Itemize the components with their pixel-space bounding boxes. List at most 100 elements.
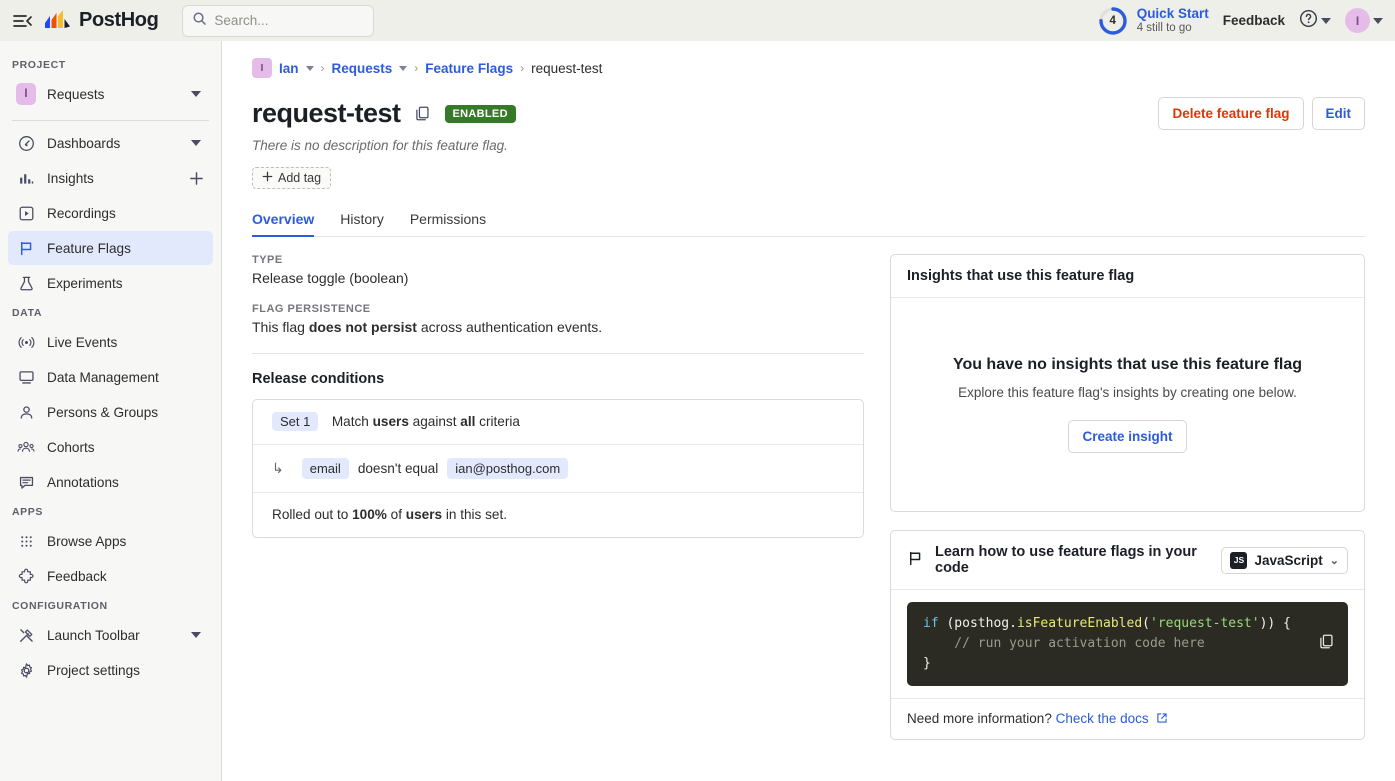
condition-property-row: ↳ email doesn't equal ian@posthog.com bbox=[253, 444, 863, 492]
collapse-sidebar-icon[interactable] bbox=[10, 8, 36, 34]
page-title-row: request-test ENABLED Delete feature flag… bbox=[252, 97, 1365, 130]
language-select[interactable]: JS JavaScript ⌄ bbox=[1221, 546, 1348, 574]
external-link-icon[interactable] bbox=[1149, 711, 1169, 726]
code-block: if (posthog.isFeatureEnabled('request-te… bbox=[907, 602, 1348, 686]
sidebar-item-requests[interactable]: I Requests bbox=[8, 77, 213, 111]
rollout-text: Rolled out to 100% of users in this set. bbox=[272, 507, 508, 522]
quick-start-button[interactable]: 4 Quick Start 4 still to go bbox=[1098, 6, 1209, 36]
posthog-hedgehog-logo-icon bbox=[44, 6, 72, 35]
sidebar-item-live-events[interactable]: Live Events bbox=[8, 325, 213, 359]
add-tag-button[interactable]: Add tag bbox=[252, 167, 332, 189]
sidebar-navigation: PROJECT I Requests Dashboards Insights R… bbox=[0, 41, 222, 781]
set-chip: Set 1 bbox=[272, 412, 319, 431]
insights-empty-state: You have no insights that use this featu… bbox=[891, 298, 1364, 511]
broadcast-icon bbox=[16, 334, 36, 351]
sidebar-item-feature-flags[interactable]: Feature Flags bbox=[8, 231, 213, 265]
search-icon bbox=[192, 11, 207, 31]
plus-icon[interactable] bbox=[187, 170, 205, 187]
puzzle-icon bbox=[16, 568, 36, 585]
grid-dots-icon bbox=[16, 533, 36, 550]
flag-description: There is no description for this feature… bbox=[252, 138, 508, 153]
edit-button[interactable]: Edit bbox=[1311, 97, 1365, 130]
chevron-down-icon[interactable] bbox=[187, 91, 205, 97]
sidebar-item-launch-toolbar[interactable]: Launch Toolbar bbox=[8, 618, 213, 652]
sidebar-item-insights[interactable]: Insights bbox=[8, 161, 213, 195]
tab-overview[interactable]: Overview bbox=[252, 211, 315, 237]
type-value: Release toggle (boolean) bbox=[252, 270, 409, 286]
persistence-suffix: across authentication events. bbox=[416, 319, 603, 335]
topbar-right-group: 4 Quick Start 4 still to go Feedback I bbox=[1098, 6, 1383, 36]
search-input[interactable] bbox=[214, 13, 365, 28]
copy-icon[interactable] bbox=[414, 105, 431, 122]
sidebar-item-label: Live Events bbox=[47, 334, 118, 350]
divider bbox=[252, 353, 864, 354]
sidebar-item-feedback[interactable]: Feedback bbox=[8, 559, 213, 593]
people-group-icon bbox=[16, 439, 36, 456]
insights-empty-title: You have no insights that use this featu… bbox=[952, 356, 1303, 373]
question-circle-icon bbox=[1299, 9, 1318, 33]
sidebar-item-data-management[interactable]: Data Management bbox=[8, 360, 213, 394]
monitor-icon bbox=[16, 369, 36, 386]
sidebar-item-annotations[interactable]: Annotations bbox=[8, 465, 213, 499]
quick-start-title: Quick Start bbox=[1136, 6, 1209, 22]
code-wrap: if (posthog.isFeatureEnabled('request-te… bbox=[891, 590, 1364, 686]
search-box[interactable] bbox=[182, 4, 375, 37]
chevron-down-icon[interactable] bbox=[187, 140, 205, 146]
sidebar-item-browse-apps[interactable]: Browse Apps bbox=[8, 524, 213, 558]
sidebar-item-cohorts[interactable]: Cohorts bbox=[8, 430, 213, 464]
project-badge-icon: I bbox=[16, 83, 36, 105]
property-value-chip: ian@posthog.com bbox=[447, 458, 569, 479]
avatar: I bbox=[1345, 8, 1370, 33]
sidebar-section-label: PROJECT bbox=[12, 59, 66, 71]
sidebar-item-label: Data Management bbox=[47, 369, 159, 385]
chevron-down-icon[interactable] bbox=[399, 65, 408, 71]
chevron-down-icon[interactable] bbox=[305, 65, 314, 71]
sidebar-item-label: Requests bbox=[47, 86, 105, 102]
match-description: Match users against all criteria bbox=[331, 414, 520, 429]
sidebar-item-label: Insights bbox=[47, 170, 94, 186]
breadcrumb-section-link[interactable]: Feature Flags bbox=[425, 61, 513, 76]
quick-start-progress-ring: 4 bbox=[1098, 6, 1128, 36]
release-conditions-heading: Release conditions bbox=[252, 371, 385, 387]
code-end: } bbox=[923, 656, 931, 671]
code-panel-title: Learn how to use feature flags in your c… bbox=[935, 544, 1197, 576]
sidebar-section-label: DATA bbox=[12, 307, 43, 319]
sidebar-item-project-settings[interactable]: Project settings bbox=[8, 653, 213, 687]
operator-text: doesn't equal bbox=[357, 461, 439, 476]
play-square-icon bbox=[16, 205, 36, 222]
content-columns: TYPE Release toggle (boolean) FLAG PERSI… bbox=[252, 254, 1365, 740]
help-menu-button[interactable] bbox=[1299, 9, 1331, 33]
breadcrumb-org-link[interactable]: Ian bbox=[279, 61, 299, 76]
tools-icon bbox=[16, 627, 36, 644]
check-the-docs-link[interactable]: Check the docs bbox=[1056, 711, 1149, 726]
sidebar-item-persons-groups[interactable]: Persons & Groups bbox=[8, 395, 213, 429]
create-insight-button[interactable]: Create insight bbox=[1068, 420, 1187, 453]
insights-panel: Insights that use this feature flag You … bbox=[890, 254, 1365, 512]
breadcrumb-project-link[interactable]: Requests bbox=[332, 61, 393, 76]
chevron-down-icon[interactable] bbox=[187, 632, 205, 638]
insights-empty-subtitle: Explore this feature flag's insights by … bbox=[958, 385, 1297, 400]
code-paren: ( bbox=[1142, 616, 1150, 631]
user-menu-button[interactable]: I bbox=[1345, 8, 1383, 33]
brand-name: PostHog bbox=[79, 9, 159, 31]
condition-set-header: Set 1 Match users against all criteria bbox=[253, 400, 863, 444]
delete-feature-flag-button[interactable]: Delete feature flag bbox=[1158, 97, 1304, 130]
insights-panel-title: Insights that use this feature flag bbox=[907, 268, 1135, 284]
language-select-value: JavaScript bbox=[1254, 552, 1323, 568]
page-title: request-test bbox=[252, 98, 401, 128]
feedback-button[interactable]: Feedback bbox=[1223, 13, 1285, 28]
sidebar-item-dashboards[interactable]: Dashboards bbox=[8, 126, 213, 160]
copy-icon[interactable] bbox=[1193, 613, 1335, 677]
insights-panel-header: Insights that use this feature flag bbox=[891, 255, 1364, 298]
page-actions: Delete feature flag Edit bbox=[1158, 97, 1365, 130]
condition-set-card: Set 1 Match users against all criteria ↳… bbox=[252, 399, 864, 538]
posthog-logo-link[interactable]: PostHog bbox=[44, 6, 159, 35]
breadcrumb-current: request-test bbox=[531, 60, 603, 76]
tab-history[interactable]: History bbox=[340, 211, 384, 236]
overview-column: TYPE Release toggle (boolean) FLAG PERSI… bbox=[252, 254, 864, 740]
sidebar-item-experiments[interactable]: Experiments bbox=[8, 266, 213, 300]
persistence-label: FLAG PERSISTENCE bbox=[252, 303, 371, 315]
tab-permissions[interactable]: Permissions bbox=[410, 211, 486, 236]
sidebar-item-label: Feature Flags bbox=[47, 240, 131, 256]
sidebar-item-recordings[interactable]: Recordings bbox=[8, 196, 213, 230]
